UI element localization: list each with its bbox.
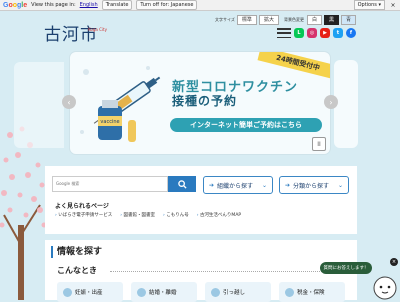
translate-button[interactable]: Translate — [101, 0, 133, 10]
search-input[interactable]: Google 検索 — [52, 176, 168, 192]
life-event-card[interactable]: 税金・保険 — [279, 282, 345, 302]
search-panel: Google 検索 ➔ 組織から探す ⌄ ➔ 分類から探す ⌄ よく見られるペー… — [45, 166, 357, 234]
google-logo: Google — [3, 1, 28, 9]
bg-white-button[interactable]: 白 — [306, 15, 322, 25]
bg-blue-button[interactable]: 青 — [340, 15, 356, 25]
city-logo-sub: Koga City — [88, 27, 107, 32]
find-by-category-button[interactable]: ➔ 分類から探す ⌄ — [279, 176, 349, 194]
close-icon[interactable]: × — [389, 2, 397, 9]
tax-icon — [285, 287, 294, 297]
card-label: 妊娠・出産 — [75, 290, 103, 296]
frequent-link[interactable]: 図書館・図書室 — [120, 212, 155, 218]
find-by-category-label: 分類から探す — [293, 182, 330, 190]
instagram-icon[interactable]: ◎ — [307, 28, 317, 38]
info-section-title: 情報を探す — [51, 246, 102, 258]
vaccine-banner[interactable]: 24時間受付中 vaccine 新型コロナワクチン 接種の予約 インターネット簡… — [70, 52, 330, 154]
carousel-prev-card — [14, 62, 64, 148]
vial-label: vaccine — [100, 119, 119, 125]
life-event-cards: 妊娠・出産 結婚・離婚 引っ越し 税金・保険 — [57, 282, 345, 302]
frequent-link[interactable]: こもりん号 — [163, 212, 189, 218]
bg-color-label: 背景色変更 — [283, 17, 304, 22]
life-event-card[interactable]: 結婚・離婚 — [131, 282, 197, 302]
carousel-pause-button[interactable]: II — [312, 137, 326, 151]
frequent-pages-list: いばらき電子申請サービス 図書館・図書室 こもりん号 古河生活べんりMAP — [55, 212, 241, 218]
line-icon[interactable]: L — [294, 28, 304, 38]
facebook-icon[interactable]: f — [346, 28, 356, 38]
accessibility-controls: 文字サイズ 標準 拡大 背景色変更 白 黒 青 — [215, 15, 356, 25]
youtube-icon[interactable]: ▶ — [320, 28, 330, 38]
divider — [110, 271, 350, 272]
banner-title-2: 接種の予約 — [172, 94, 238, 108]
font-size-standard-button[interactable]: 標準 — [236, 15, 257, 25]
card-label: 引っ越し — [223, 290, 246, 296]
chevron-down-icon: ⌄ — [261, 181, 267, 189]
translate-prompt: View this page in: — [31, 2, 76, 8]
search-button[interactable] — [168, 176, 196, 192]
carousel-prev-arrow[interactable]: ‹ — [62, 95, 76, 109]
font-size-large-button[interactable]: 拡大 — [258, 15, 279, 25]
moving-icon — [211, 287, 220, 297]
rings-icon — [137, 287, 146, 297]
google-translate-bar: Google View this page in: English Transl… — [0, 0, 400, 11]
chevron-right-icon: ➔ — [285, 181, 291, 189]
options-button[interactable]: Options ▾ — [353, 0, 385, 10]
chevron-down-icon: ⌄ — [337, 181, 343, 189]
chevron-right-icon: ➔ — [209, 181, 215, 189]
pregnancy-icon — [63, 287, 72, 297]
search-icon — [177, 179, 187, 189]
syringe-vial-illustration: vaccine — [80, 66, 161, 142]
frequent-link[interactable]: いばらき電子申請サービス — [55, 212, 112, 218]
carousel-next-arrow[interactable]: › — [324, 95, 338, 109]
menu-icon[interactable] — [277, 28, 291, 38]
chatbot-close-icon[interactable]: × — [390, 258, 398, 266]
sns-links: L ◎ ▶ t f — [277, 28, 356, 38]
card-label: 税金・保険 — [297, 290, 325, 296]
life-event-card[interactable]: 妊娠・出産 — [57, 282, 123, 302]
card-label: 結婚・離婚 — [149, 290, 177, 296]
language-link[interactable]: English — [80, 2, 98, 8]
life-events-title: こんなとき — [57, 266, 97, 275]
mascot-icon[interactable] — [370, 270, 400, 300]
reservation-button[interactable]: インターネット簡単ご予約はこちら — [170, 118, 322, 132]
frequent-pages-title: よく見られるページ — [55, 203, 109, 210]
find-by-org-label: 組織から探す — [217, 182, 254, 190]
twitter-icon[interactable]: t — [333, 28, 343, 38]
chatbot-bubble[interactable]: 質問にお答えします！ — [320, 262, 372, 274]
city-logo[interactable]: 古河市 — [44, 20, 98, 45]
font-size-label: 文字サイズ — [215, 17, 235, 22]
life-event-card[interactable]: 引っ越し — [205, 282, 271, 302]
turn-off-button[interactable]: Turn off for: Japanese — [136, 0, 198, 10]
find-by-org-button[interactable]: ➔ 組織から探す ⌄ — [203, 176, 273, 194]
bg-black-button[interactable]: 黒 — [323, 15, 339, 25]
frequent-link[interactable]: 古河生活べんりMAP — [197, 212, 241, 218]
info-panel: 情報を探す こんなとき 妊娠・出産 結婚・離婚 引っ越し 税金・保険 — [45, 240, 357, 302]
